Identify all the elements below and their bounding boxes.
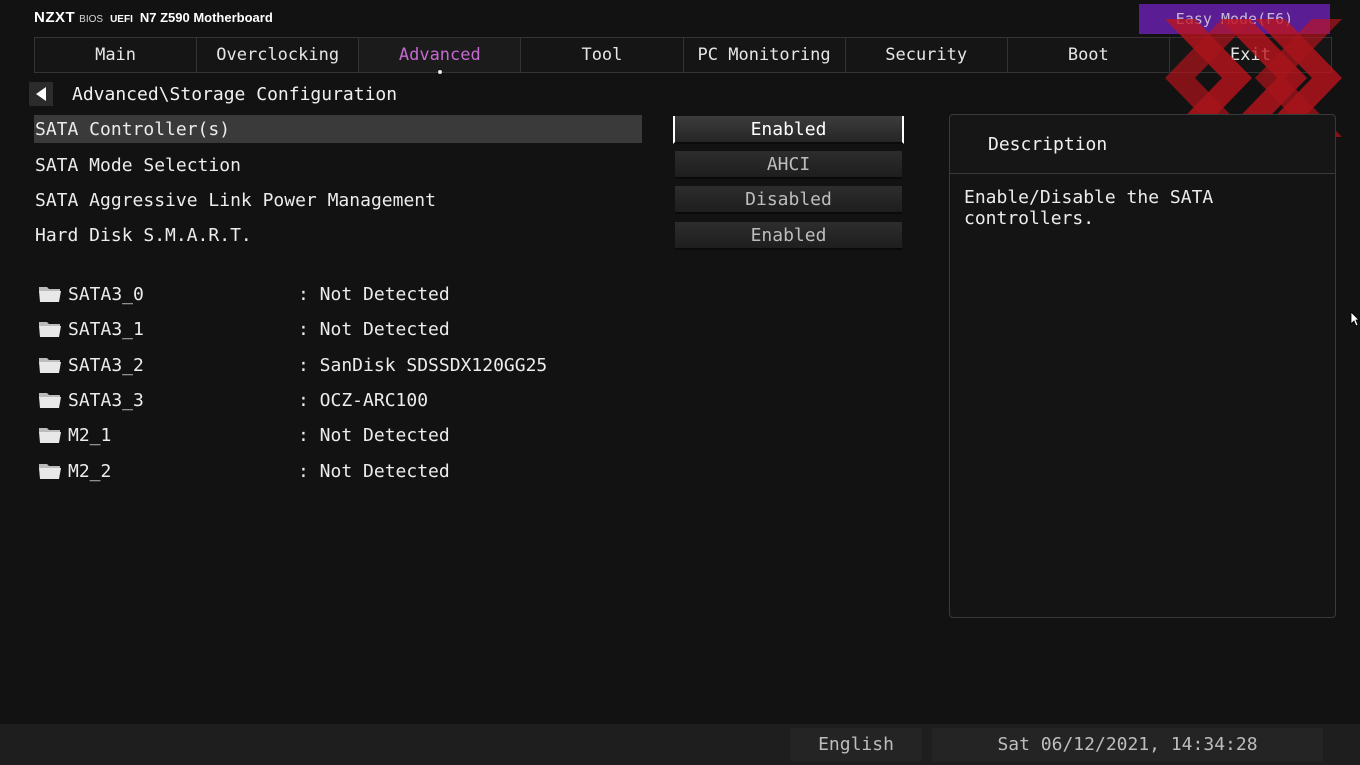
folder-icon: [39, 464, 61, 479]
mouse-cursor-icon: [1350, 311, 1360, 327]
setting-label: SATA Controller(s): [35, 118, 231, 140]
device-value: : Not Detected: [298, 424, 450, 446]
aggressive-link-power-value-button[interactable]: Disabled: [675, 186, 902, 214]
tab-overclocking[interactable]: Overclocking: [197, 38, 360, 72]
sata-controllers-value-button[interactable]: Enabled: [673, 116, 904, 144]
language-selector[interactable]: English: [790, 728, 922, 761]
device-port: SATA3_2: [68, 354, 144, 376]
device-port: M2_1: [68, 424, 112, 446]
list-item[interactable]: M2_1 : Not Detected: [38, 422, 450, 448]
device-value: : Not Detected: [298, 460, 450, 482]
date-time-display: Sat 06/12/2021, 14:34:28: [932, 728, 1323, 761]
sata-mode-value-button[interactable]: AHCI: [675, 151, 902, 179]
tab-main[interactable]: Main: [35, 38, 198, 72]
breadcrumb: Advanced\Storage Configuration: [72, 84, 398, 105]
folder-icon: [39, 358, 61, 373]
easy-mode-button[interactable]: Easy Mode(F6): [1139, 4, 1330, 34]
list-item[interactable]: SATA3_0 : Not Detected: [38, 281, 450, 307]
device-port: SATA3_0: [68, 283, 144, 305]
list-item[interactable]: SATA3_3 : OCZ-ARC100: [38, 387, 428, 413]
tab-pc-monitoring[interactable]: PC Monitoring: [683, 38, 846, 72]
device-port: SATA3_3: [68, 389, 144, 411]
folder-icon: [39, 428, 61, 443]
tab-exit[interactable]: Exit: [1169, 38, 1331, 72]
tab-security[interactable]: Security: [845, 38, 1008, 72]
main-tab-bar: Main Overclocking Advanced Tool PC Monit…: [34, 37, 1332, 74]
setting-hard-disk-smart[interactable]: Hard Disk S.M.A.R.T.: [34, 221, 642, 249]
setting-sata-mode-selection[interactable]: SATA Mode Selection: [34, 151, 642, 179]
uefi-label: UEFI: [110, 14, 133, 25]
list-item[interactable]: SATA3_2 : SanDisk SDSSDX120GG25: [38, 352, 547, 378]
device-value: : OCZ-ARC100: [298, 389, 429, 411]
device-port: M2_2: [68, 460, 112, 482]
device-port: SATA3_1: [68, 318, 144, 340]
folder-icon: [39, 287, 61, 302]
tab-tool[interactable]: Tool: [521, 38, 684, 72]
back-arrow-icon: [36, 87, 46, 101]
description-title: Description: [950, 115, 1335, 174]
description-panel: Description Enable/Disable the SATA cont…: [949, 114, 1336, 618]
list-item[interactable]: M2_2 : Not Detected: [38, 458, 450, 484]
setting-label: SATA Mode Selection: [35, 154, 241, 176]
bios-label: BIOS: [79, 14, 104, 25]
list-item[interactable]: SATA3_1 : Not Detected: [38, 316, 450, 342]
back-button[interactable]: [29, 82, 53, 106]
folder-icon: [39, 322, 61, 337]
tab-advanced[interactable]: Advanced: [359, 38, 522, 74]
device-value: : Not Detected: [298, 318, 450, 340]
description-text: Enable/Disable the SATA controllers.: [964, 187, 1214, 229]
setting-sata-controllers[interactable]: SATA Controller(s): [34, 115, 642, 143]
device-value: : SanDisk SDSSDX120GG25: [298, 354, 548, 376]
tab-boot[interactable]: Boot: [1007, 38, 1170, 72]
brand-header: NZXT BIOS UEFI N7 Z590 Motherboard: [34, 9, 273, 29]
nzxt-logo: NZXT: [34, 9, 76, 26]
setting-label: SATA Aggressive Link Power Management: [35, 189, 436, 211]
folder-icon: [39, 393, 61, 408]
motherboard-model: N7 Z590 Motherboard: [139, 10, 273, 25]
device-value: : Not Detected: [298, 283, 450, 305]
setting-sata-aggressive-link-power[interactable]: SATA Aggressive Link Power Management: [34, 186, 642, 214]
hard-disk-smart-value-button[interactable]: Enabled: [675, 222, 902, 250]
setting-label: Hard Disk S.M.A.R.T.: [35, 224, 252, 246]
